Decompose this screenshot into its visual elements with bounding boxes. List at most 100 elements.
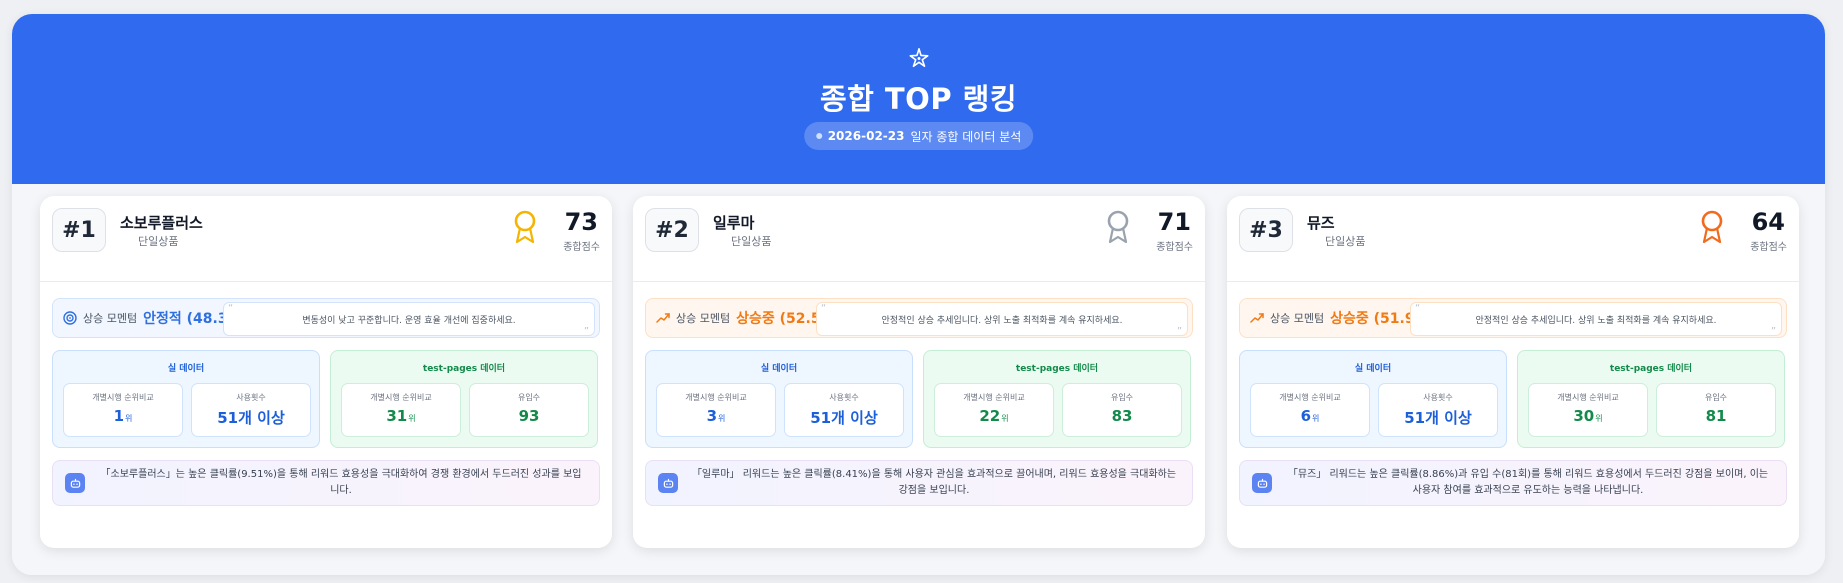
stat-value: 31위 <box>386 407 416 425</box>
test-rank-stat: 개별시행 순위비교 31위 <box>341 383 461 437</box>
momentum-label: 상승 모멘텀 <box>1270 312 1325 325</box>
brand-name: 뮤즈 <box>1307 214 1335 232</box>
stat-label: 개별시행 순위비교 <box>92 393 154 402</box>
momentum-box: 상승 모멘텀 상승중 (51.9) “ 안정적인 상승 추세입니다. 상위 노출… <box>1239 298 1787 338</box>
robot-icon <box>65 473 85 493</box>
momentum-value: 상승중 (51.9) <box>1330 311 1421 327</box>
brand-name: 일루마 <box>713 214 755 232</box>
card-header: #3 뮤즈 단일상품 64 종합점수 <box>1227 196 1799 282</box>
product-type: 단일상품 <box>731 235 772 248</box>
stat-label: 사용횟수 <box>1423 393 1453 402</box>
total-score: 64 <box>1751 208 1785 236</box>
rank-badge: #1 <box>52 208 106 252</box>
insight-box: 「일루마」 리워드는 높은 클릭률(8.41%)을 통해 사용자 관심을 효과적… <box>645 460 1193 506</box>
test-inflow-stat: 유입수 83 <box>1062 383 1182 437</box>
stat-label: 개별시행 순위비교 <box>370 393 432 402</box>
robot-icon <box>658 473 678 493</box>
stat-value: 81 <box>1705 407 1727 425</box>
stat-label: 유입수 <box>1110 393 1134 402</box>
stat-value: 1위 <box>113 407 133 425</box>
score-label: 종합점수 <box>1156 242 1193 253</box>
momentum-quote: “ 안정적인 상승 추세입니다. 상위 노출 최적화를 계속 유지하세요. ” <box>1410 302 1782 337</box>
momentum-summary: 상승 모멘텀 상승중 (51.9) <box>1250 299 1421 337</box>
card-header: #1 소보루플러스 단일상품 73 종합점수 <box>40 196 612 282</box>
stat-value: 3위 <box>706 407 726 425</box>
stat-label: 개별시행 순위비교 <box>1557 393 1619 402</box>
card-header: #2 일루마 단일상품 71 종합점수 <box>633 196 1205 282</box>
stat-value: 51개 이상 <box>1404 409 1472 427</box>
real-data-box: 실 데이터 개별시행 순위비교 1위 사용횟수 51개 이상 <box>52 350 320 448</box>
score-label: 종합점수 <box>1750 242 1787 253</box>
quote-open-icon: “ <box>821 303 827 314</box>
trending-up-icon <box>656 313 670 323</box>
stat-label: 유입수 <box>1704 393 1728 402</box>
momentum-quote-text: 안정적인 상승 추세입니다. 상위 노출 최적화를 계속 유지하세요. <box>881 315 1123 326</box>
brand-name: 소보루플러스 <box>120 214 203 232</box>
momentum-box: 상승 모멘텀 상승중 (52.5) “ 안정적인 상승 추세입니다. 상위 노출… <box>645 298 1193 338</box>
stat-value: 6위 <box>1300 407 1320 425</box>
analysis-date: 2026-02-23 <box>827 129 905 143</box>
stat-value: 51개 이상 <box>810 409 878 427</box>
stat-value: 93 <box>518 407 540 425</box>
stat-label: 유입수 <box>517 393 541 402</box>
momentum-value: 상승중 (52.5) <box>736 311 827 327</box>
stat-label: 개별시행 순위비교 <box>963 393 1025 402</box>
momentum-summary: 상승 모멘텀 안정적 (48.3) <box>63 299 234 337</box>
insight-box: 「뮤즈」 리워드는 높은 클릭률(8.86%)과 유입 수(81회)를 통해 리… <box>1239 460 1787 506</box>
momentum-quote: “ 변동성이 낮고 꾸준합니다. 운영 효율 개선에 집중하세요. ” <box>223 302 595 337</box>
momentum-quote: “ 안정적인 상승 추세입니다. 상위 노출 최적화를 계속 유지하세요. ” <box>816 302 1188 337</box>
rank-badge: #3 <box>1239 208 1293 252</box>
header-banner: 종합 TOP 랭킹 2026-02-23 일자 종합 데이터 분석 <box>12 14 1825 184</box>
stat-value: 83 <box>1111 407 1133 425</box>
real-data-box: 실 데이터 개별시행 순위비교 3위 사용횟수 51개 이상 <box>645 350 913 448</box>
gold-medal-icon <box>514 210 536 244</box>
real-rank-stat: 개별시행 순위비교 6위 <box>1250 383 1370 437</box>
test-inflow-stat: 유입수 81 <box>1656 383 1776 437</box>
stat-value: 51개 이상 <box>217 409 285 427</box>
analysis-caption: 일자 종합 데이터 분석 <box>910 129 1022 144</box>
trending-up-icon <box>1250 313 1264 323</box>
momentum-box: 상승 모멘텀 안정적 (48.3) “ 변동성이 낮고 꾸준합니다. 운영 효율… <box>52 298 600 338</box>
test-rank-stat: 개별시행 순위비교 30위 <box>1528 383 1648 437</box>
stat-label: 개별시행 순위비교 <box>685 393 747 402</box>
rank-badge: #2 <box>645 208 699 252</box>
test-data-title: test-pages 데이터 <box>1609 364 1693 374</box>
quote-open-icon: “ <box>1415 303 1421 314</box>
test-inflow-stat: 유입수 93 <box>469 383 589 437</box>
real-usage-stat: 사용횟수 51개 이상 <box>1378 383 1498 437</box>
ranking-card[interactable]: #2 일루마 단일상품 71 종합점수 상승 모멘텀 상승중 (52.5) “ … <box>633 196 1205 548</box>
target-icon <box>63 311 77 325</box>
quote-close-icon: ” <box>583 326 589 337</box>
momentum-summary: 상승 모멘텀 상승중 (52.5) <box>656 299 827 337</box>
ranking-card[interactable]: #3 뮤즈 단일상품 64 종합점수 상승 모멘텀 상승중 (51.9) “ 안… <box>1227 196 1799 548</box>
robot-icon <box>1252 473 1272 493</box>
real-data-box: 실 데이터 개별시행 순위비교 6위 사용횟수 51개 이상 <box>1239 350 1507 448</box>
product-type: 단일상품 <box>1325 235 1366 248</box>
silver-medal-icon <box>1107 210 1129 244</box>
insight-text: 「뮤즈」 리워드는 높은 클릭률(8.86%)과 유입 수(81회)를 통해 리… <box>1287 469 1769 496</box>
real-usage-stat: 사용횟수 51개 이상 <box>191 383 311 437</box>
momentum-quote-text: 안정적인 상승 추세입니다. 상위 노출 최적화를 계속 유지하세요. <box>1475 315 1717 326</box>
test-data-title: test-pages 데이터 <box>1015 364 1099 374</box>
stat-value: 22위 <box>979 407 1009 425</box>
momentum-quote-text: 변동성이 낮고 꾸준합니다. 운영 효율 개선에 집중하세요. <box>302 315 516 326</box>
test-data-title: test-pages 데이터 <box>422 364 506 374</box>
ranking-card[interactable]: #1 소보루플러스 단일상품 73 종합점수 상승 모멘텀 안정적 (48.3)… <box>40 196 612 548</box>
test-data-box: test-pages 데이터 개별시행 순위비교 22위 유입수 83 <box>923 350 1191 448</box>
quote-close-icon: ” <box>1176 326 1182 337</box>
momentum-value: 안정적 (48.3) <box>143 311 234 327</box>
insight-text: 「일루마」 리워드는 높은 클릭률(8.41%)을 통해 사용자 관심을 효과적… <box>691 469 1177 496</box>
momentum-label: 상승 모멘텀 <box>83 312 138 325</box>
date-badge: 2026-02-23 일자 종합 데이터 분석 <box>803 122 1034 150</box>
dot-icon <box>815 133 822 139</box>
real-data-title: 실 데이터 <box>1354 364 1392 374</box>
product-type: 단일상품 <box>138 235 179 248</box>
total-score: 71 <box>1157 208 1191 236</box>
stat-label: 사용횟수 <box>236 393 266 402</box>
momentum-label: 상승 모멘텀 <box>676 312 731 325</box>
bronze-medal-icon <box>1701 210 1723 244</box>
test-data-box: test-pages 데이터 개별시행 순위비교 30위 유입수 81 <box>1517 350 1785 448</box>
page-title: 종합 TOP 랭킹 <box>819 82 1018 116</box>
total-score: 73 <box>564 208 598 236</box>
score-label: 종합점수 <box>563 242 600 253</box>
